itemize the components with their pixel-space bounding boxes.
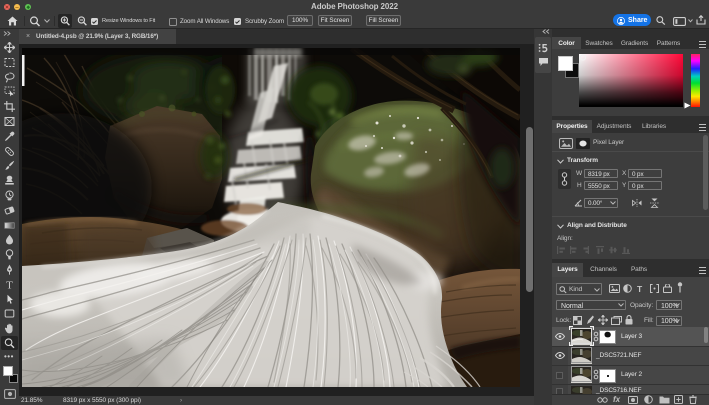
svg-text:T: T [6,279,13,289]
